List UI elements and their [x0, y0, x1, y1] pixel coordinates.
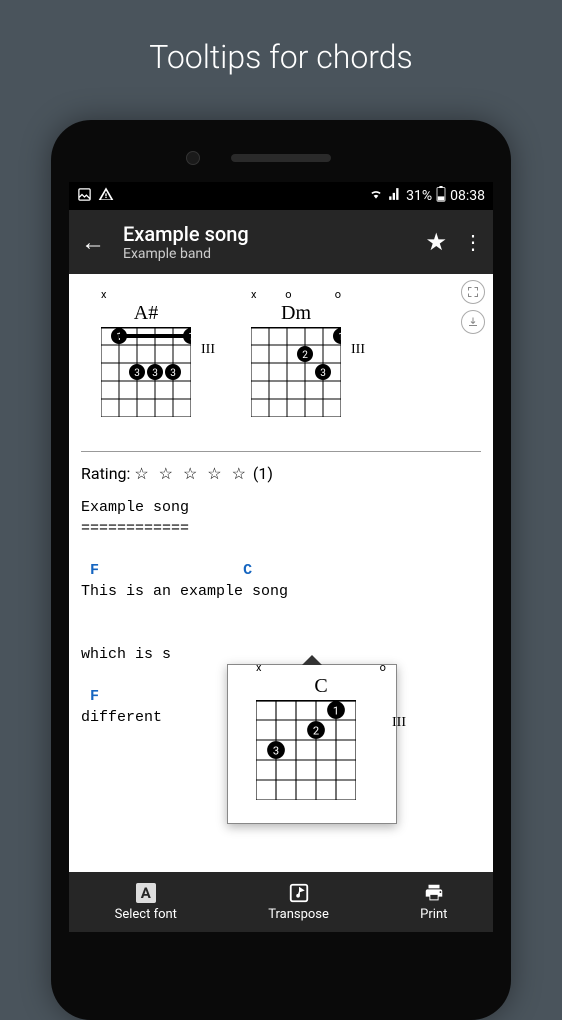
clock: 08:38 — [450, 188, 485, 204]
svg-text:3: 3 — [320, 368, 326, 379]
title-block: Example song Example band — [123, 222, 425, 262]
svg-text:3: 3 — [170, 368, 176, 379]
rating-count: (1) — [253, 464, 273, 483]
rating-row[interactable]: Rating: ☆ ☆ ☆ ☆ ☆ (1) — [81, 464, 481, 483]
printer-icon — [423, 882, 445, 904]
print-button[interactable]: Print — [420, 882, 447, 922]
svg-text:1: 1 — [338, 332, 341, 343]
chord-link[interactable]: C — [243, 562, 252, 579]
back-button[interactable]: ← — [81, 228, 105, 257]
transpose-label: Transpose — [268, 907, 329, 922]
overflow-menu[interactable]: ⋮ — [463, 230, 481, 254]
chord-dm[interactable]: Dm xoo 1 2 3 — [251, 302, 341, 421]
svg-text:3: 3 — [134, 368, 140, 379]
font-icon: A — [136, 883, 156, 903]
svg-text:2: 2 — [313, 724, 319, 737]
song-title: Example song — [123, 222, 425, 246]
band-name: Example band — [123, 246, 425, 262]
transpose-button[interactable]: Transpose — [268, 882, 329, 922]
fullscreen-button[interactable] — [461, 280, 485, 304]
status-bar: 31% 08:38 — [69, 182, 493, 210]
phone-speaker — [231, 154, 331, 162]
svg-text:3: 3 — [273, 744, 279, 757]
fret-position: III — [392, 715, 406, 731]
favorite-button[interactable]: ★ — [425, 228, 447, 256]
fret-position: III — [351, 342, 365, 358]
signal-icon — [388, 187, 402, 205]
app-bar: ← Example song Example band ★ ⋮ — [69, 210, 493, 274]
content-area[interactable]: A# x 1 1 — [69, 274, 493, 892]
select-font-button[interactable]: A Select font — [115, 882, 177, 922]
promo-title: Tooltips for chords — [0, 0, 562, 76]
battery-percent: 31% — [406, 188, 432, 204]
svg-text:2: 2 — [302, 350, 308, 361]
battery-icon — [436, 186, 446, 206]
tooltip-chord-name: C — [256, 675, 386, 698]
rating-label: Rating: — [81, 464, 130, 483]
svg-text:3: 3 — [152, 368, 158, 379]
bottom-bar: A Select font Transpose Print — [69, 872, 493, 932]
svg-text:1: 1 — [333, 704, 339, 717]
rating-stars[interactable]: ☆ ☆ ☆ ☆ ☆ — [134, 464, 249, 483]
download-button[interactable] — [461, 310, 485, 334]
chord-link[interactable]: F — [90, 562, 99, 579]
note-icon — [288, 882, 310, 904]
warning-icon — [98, 186, 114, 206]
chord-diagrams: A# x 1 1 — [101, 302, 481, 421]
divider — [81, 451, 481, 452]
chord-name: Dm — [251, 302, 341, 325]
chord-a-sharp[interactable]: A# x 1 1 — [101, 302, 191, 421]
phone-camera — [186, 151, 200, 165]
screen: 31% 08:38 ← Example song Example band ★ … — [69, 182, 493, 932]
image-icon — [77, 187, 92, 206]
fret-position: III — [201, 342, 215, 358]
chord-link[interactable]: F — [90, 688, 99, 705]
font-label: Select font — [115, 907, 177, 922]
phone-frame: 31% 08:38 ← Example song Example band ★ … — [51, 120, 511, 1020]
print-label: Print — [420, 907, 447, 922]
chord-name: A# — [101, 302, 191, 325]
chord-tooltip: C xo 1 2 3 — [227, 664, 397, 824]
wifi-icon — [368, 187, 384, 205]
